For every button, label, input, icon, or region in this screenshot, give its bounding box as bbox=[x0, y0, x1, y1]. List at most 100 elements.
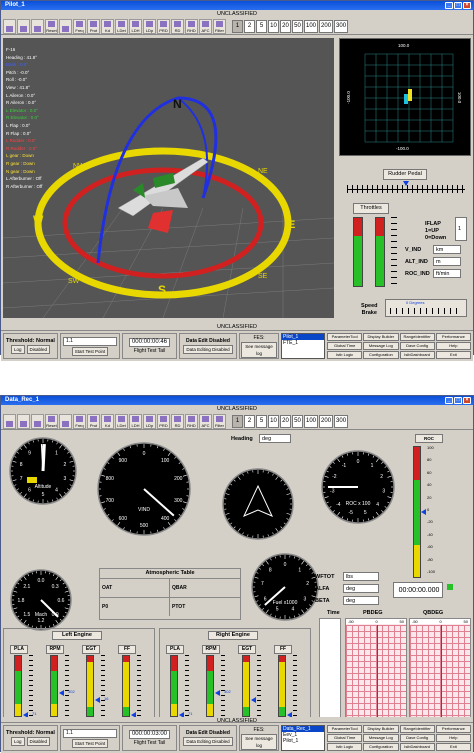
flap-value[interactable]: 1 bbox=[455, 217, 467, 241]
start-test-point-button[interactable]: Start Test Point bbox=[72, 739, 108, 748]
tool-button[interactable]: LDH bbox=[129, 414, 142, 429]
throttle-right[interactable] bbox=[375, 217, 385, 287]
tool-button[interactable]: LDp bbox=[143, 414, 156, 429]
app-button[interactable]: Dave Config bbox=[400, 734, 435, 742]
3d-attitude-view[interactable]: N S E W NE SE SW NW F-16Heading : 41.8°B… bbox=[3, 38, 334, 318]
app-button[interactable]: RangeIdentifier bbox=[400, 333, 435, 341]
data-editing-button[interactable]: Data Editing Disabled bbox=[183, 737, 232, 746]
disabled-button[interactable]: Disabled bbox=[27, 737, 51, 746]
app-button[interactable]: Istb Logic bbox=[327, 743, 362, 751]
app-button[interactable]: IsibDashboard bbox=[400, 743, 435, 751]
tool-button[interactable]: RD bbox=[171, 19, 184, 34]
app-button[interactable]: Display Builder bbox=[363, 725, 398, 733]
tool-button[interactable] bbox=[3, 414, 16, 429]
app-button[interactable]: Configuration bbox=[363, 351, 398, 359]
rudder-pedal-button[interactable]: Rudder Pedal bbox=[383, 169, 427, 180]
minimize-button[interactable]: _ bbox=[445, 2, 453, 9]
tool-button[interactable]: PRD bbox=[157, 19, 170, 34]
tool-button[interactable]: Kd bbox=[101, 19, 114, 34]
window-list[interactable]: Data_Rec_1Eev_1Pilot_1 bbox=[281, 725, 325, 751]
tool-button[interactable]: AFC bbox=[199, 414, 212, 429]
tool-button[interactable] bbox=[59, 19, 72, 34]
roc-ind-field[interactable]: ft/min bbox=[433, 269, 461, 278]
zoom-button-2[interactable]: 2 bbox=[244, 20, 255, 33]
tool-button[interactable]: RHD bbox=[185, 414, 198, 429]
throttle-left[interactable] bbox=[353, 217, 363, 287]
see-message-log-button[interactable]: See message log bbox=[241, 342, 277, 358]
close-button[interactable]: × bbox=[463, 2, 471, 9]
app-button[interactable]: RangeIdentifier bbox=[400, 725, 435, 733]
tool-button[interactable] bbox=[31, 414, 44, 429]
zoom-button-20[interactable]: 20 bbox=[280, 20, 291, 33]
window-title-bar-2[interactable]: Data_Rec_1 _ □ × bbox=[1, 396, 473, 405]
window-list-item[interactable]: Pilot_1 bbox=[282, 738, 324, 744]
maximize-button[interactable]: □ bbox=[454, 2, 462, 9]
app-button[interactable]: Help bbox=[436, 734, 471, 742]
tool-button[interactable]: Freq bbox=[73, 19, 86, 34]
zoom-button-100[interactable]: 100 bbox=[304, 415, 318, 428]
tool-button[interactable]: RD bbox=[171, 414, 184, 429]
app-button[interactable]: Display Builder bbox=[363, 333, 398, 341]
minimize-button-2[interactable]: _ bbox=[445, 397, 453, 404]
app-button[interactable]: Global Time bbox=[327, 734, 362, 742]
app-button[interactable]: ParameterTool bbox=[327, 725, 362, 733]
zoom-button-20[interactable]: 20 bbox=[280, 415, 291, 428]
app-button[interactable]: Performance bbox=[436, 333, 471, 341]
tool-button[interactable]: Reset bbox=[45, 414, 58, 429]
app-button[interactable]: Message Log bbox=[363, 342, 398, 350]
app-button[interactable]: ParameterTool bbox=[327, 333, 362, 341]
close-button-2[interactable]: × bbox=[463, 397, 471, 404]
zoom-button-100[interactable]: 100 bbox=[304, 20, 318, 33]
zoom-button-200[interactable]: 200 bbox=[319, 20, 333, 33]
tool-button[interactable]: LDet bbox=[115, 414, 128, 429]
window-list[interactable]: Pilot_1FTE_1 bbox=[281, 333, 325, 359]
tool-button[interactable]: LDH bbox=[129, 19, 142, 34]
tool-button[interactable]: LDet bbox=[115, 19, 128, 34]
zoom-button-10[interactable]: 10 bbox=[268, 415, 279, 428]
tool-button[interactable]: Prot bbox=[87, 19, 100, 34]
zoom-button-2[interactable]: 2 bbox=[244, 415, 255, 428]
radar-scope[interactable]: 100.0 -100.0 -100.0 100.0 bbox=[339, 38, 471, 156]
tool-button[interactable] bbox=[3, 19, 16, 34]
tool-button[interactable]: LDp bbox=[143, 19, 156, 34]
app-button[interactable]: Exit bbox=[436, 743, 471, 751]
log-button[interactable]: Log bbox=[11, 737, 25, 746]
speed-brake-bar[interactable]: 0 Degrees bbox=[385, 299, 467, 317]
tool-button[interactable]: Prot bbox=[87, 414, 100, 429]
heading-field[interactable]: deg bbox=[259, 434, 291, 443]
zoom-button-300[interactable]: 300 bbox=[334, 415, 348, 428]
tool-button[interactable]: Filter bbox=[213, 19, 226, 34]
tool-button[interactable] bbox=[59, 414, 72, 429]
start-test-point-button[interactable]: Start Test Point bbox=[72, 347, 108, 356]
tool-button[interactable] bbox=[17, 414, 30, 429]
tool-button[interactable]: PRD bbox=[157, 414, 170, 429]
see-message-log-button[interactable]: See message log bbox=[241, 734, 277, 750]
test-point-select[interactable]: 1.1 bbox=[63, 729, 117, 738]
tool-button[interactable]: Freq bbox=[73, 414, 86, 429]
app-button[interactable]: Configuration bbox=[363, 743, 398, 751]
zoom-button-5[interactable]: 5 bbox=[256, 415, 267, 428]
app-button[interactable]: Dave Config bbox=[400, 342, 435, 350]
zoom-button-50[interactable]: 50 bbox=[292, 415, 303, 428]
zoom-button-200[interactable]: 200 bbox=[319, 415, 333, 428]
window-title-bar[interactable]: Pilot_1 _ □ × bbox=[1, 1, 473, 10]
log-button[interactable]: Log bbox=[11, 345, 25, 354]
zoom-button-50[interactable]: 50 bbox=[292, 20, 303, 33]
test-point-select[interactable]: 1.1 bbox=[63, 337, 117, 346]
tool-button[interactable] bbox=[17, 19, 30, 34]
zoom-button-1[interactable]: 1 bbox=[232, 415, 243, 428]
window-list-item[interactable]: FTE_1 bbox=[282, 340, 324, 346]
app-button[interactable]: Istb Logic bbox=[327, 351, 362, 359]
alt-ind-field[interactable]: m bbox=[433, 257, 461, 266]
v-ind-field[interactable]: km bbox=[433, 245, 461, 254]
disabled-button[interactable]: Disabled bbox=[27, 345, 51, 354]
tool-button[interactable]: RHD bbox=[185, 19, 198, 34]
tool-button[interactable]: Kd bbox=[101, 414, 114, 429]
tool-button[interactable]: AFC bbox=[199, 19, 212, 34]
throttles-button[interactable]: Throttles bbox=[353, 203, 389, 214]
app-button[interactable]: Exit bbox=[436, 351, 471, 359]
tool-button[interactable] bbox=[31, 19, 44, 34]
zoom-button-1[interactable]: 1 bbox=[232, 20, 243, 33]
tool-button[interactable]: Reset bbox=[45, 19, 58, 34]
app-button[interactable]: Help bbox=[436, 342, 471, 350]
